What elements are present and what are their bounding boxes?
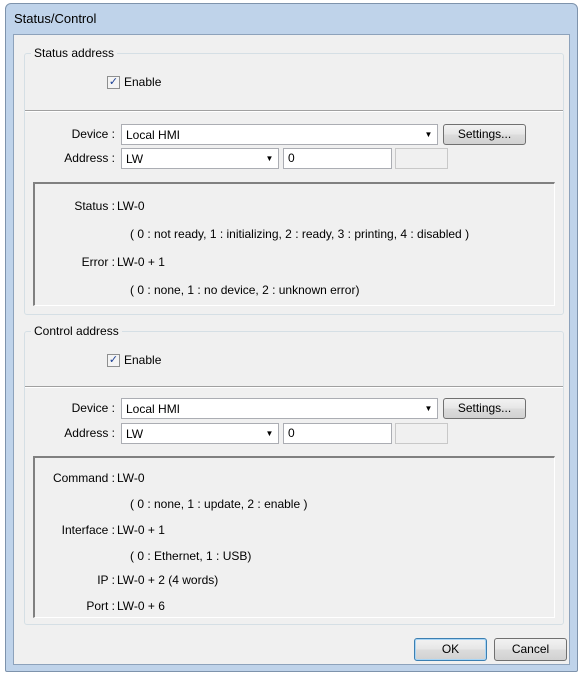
ip-info-value: LW-0 + 2 (4 words) xyxy=(117,573,219,587)
status-address-group: Status address ✓ Enable Device : Local H… xyxy=(24,46,564,315)
status-info-label: Status : xyxy=(74,199,115,213)
status-device-select[interactable]: Local HMI ▼ xyxy=(121,124,438,145)
control-enable-label: Enable xyxy=(124,353,162,367)
error-info-desc: ( 0 : none, 1 : no device, 2 : unknown e… xyxy=(130,283,360,297)
control-address-type-value: LW xyxy=(126,426,144,441)
status-address-label: Address : xyxy=(64,151,115,165)
status-device-value: Local HMI xyxy=(126,127,181,142)
status-address-type-select[interactable]: LW ▼ xyxy=(121,148,279,169)
ok-button[interactable]: OK xyxy=(414,638,487,661)
command-info-label: Command : xyxy=(52,471,115,485)
ip-info-label: IP : xyxy=(97,573,115,587)
control-enable-checkbox[interactable]: ✓ Enable xyxy=(107,353,161,367)
interface-info-label: Interface : xyxy=(61,523,115,537)
port-info-value: LW-0 + 6 xyxy=(117,599,165,613)
command-info-desc: ( 0 : none, 1 : update, 2 : enable ) xyxy=(130,497,308,511)
command-info-value: LW-0 xyxy=(117,471,145,485)
checkmark-icon: ✓ xyxy=(107,353,120,367)
dialog-title: Status/Control xyxy=(14,11,97,26)
control-address-extra-field xyxy=(395,423,448,444)
control-device-value: Local HMI xyxy=(126,401,181,416)
status-info-panel: Status : LW-0 ( 0 : not ready, 1 : initi… xyxy=(33,182,555,306)
status-device-label: Device : xyxy=(71,127,115,141)
status-info-value: LW-0 xyxy=(117,199,145,213)
dialog-window: Status/Control Status address ✓ Enable D… xyxy=(5,3,578,672)
control-device-label: Device : xyxy=(71,401,115,415)
control-settings-button[interactable]: Settings... xyxy=(443,398,526,419)
control-address-label: Address : xyxy=(64,426,115,440)
status-info-desc: ( 0 : not ready, 1 : initializing, 2 : r… xyxy=(130,227,470,241)
control-address-group-label: Control address xyxy=(31,324,122,338)
status-address-input[interactable]: 0 xyxy=(283,148,392,169)
status-address-type-value: LW xyxy=(126,151,144,166)
status-address-extra-field xyxy=(395,148,448,169)
checkmark-icon: ✓ xyxy=(107,75,120,89)
dropdown-arrow-icon: ▼ xyxy=(265,429,274,438)
status-enable-checkbox[interactable]: ✓ Enable xyxy=(107,75,161,89)
dialog-client-area: Status address ✓ Enable Device : Local H… xyxy=(13,34,570,665)
interface-info-value: LW-0 + 1 xyxy=(117,523,165,537)
control-separator xyxy=(25,386,563,388)
dropdown-arrow-icon: ▼ xyxy=(424,404,433,413)
cancel-button[interactable]: Cancel xyxy=(494,638,567,661)
control-address-input[interactable]: 0 xyxy=(283,423,392,444)
dropdown-arrow-icon: ▼ xyxy=(265,154,274,163)
status-separator xyxy=(25,110,563,112)
control-address-type-select[interactable]: LW ▼ xyxy=(121,423,279,444)
interface-info-desc: ( 0 : Ethernet, 1 : USB) xyxy=(130,549,252,563)
status-settings-button[interactable]: Settings... xyxy=(443,124,526,145)
control-device-select[interactable]: Local HMI ▼ xyxy=(121,398,438,419)
dropdown-arrow-icon: ▼ xyxy=(424,130,433,139)
port-info-label: Port : xyxy=(86,599,115,613)
status-address-group-label: Status address xyxy=(31,46,118,60)
status-enable-label: Enable xyxy=(124,75,162,89)
control-address-group: Control address ✓ Enable Device : Local … xyxy=(24,324,564,625)
control-info-panel: Command : LW-0 ( 0 : none, 1 : update, 2… xyxy=(33,456,555,618)
error-info-value: LW-0 + 1 xyxy=(117,255,165,269)
error-info-label: Error : xyxy=(81,255,115,269)
